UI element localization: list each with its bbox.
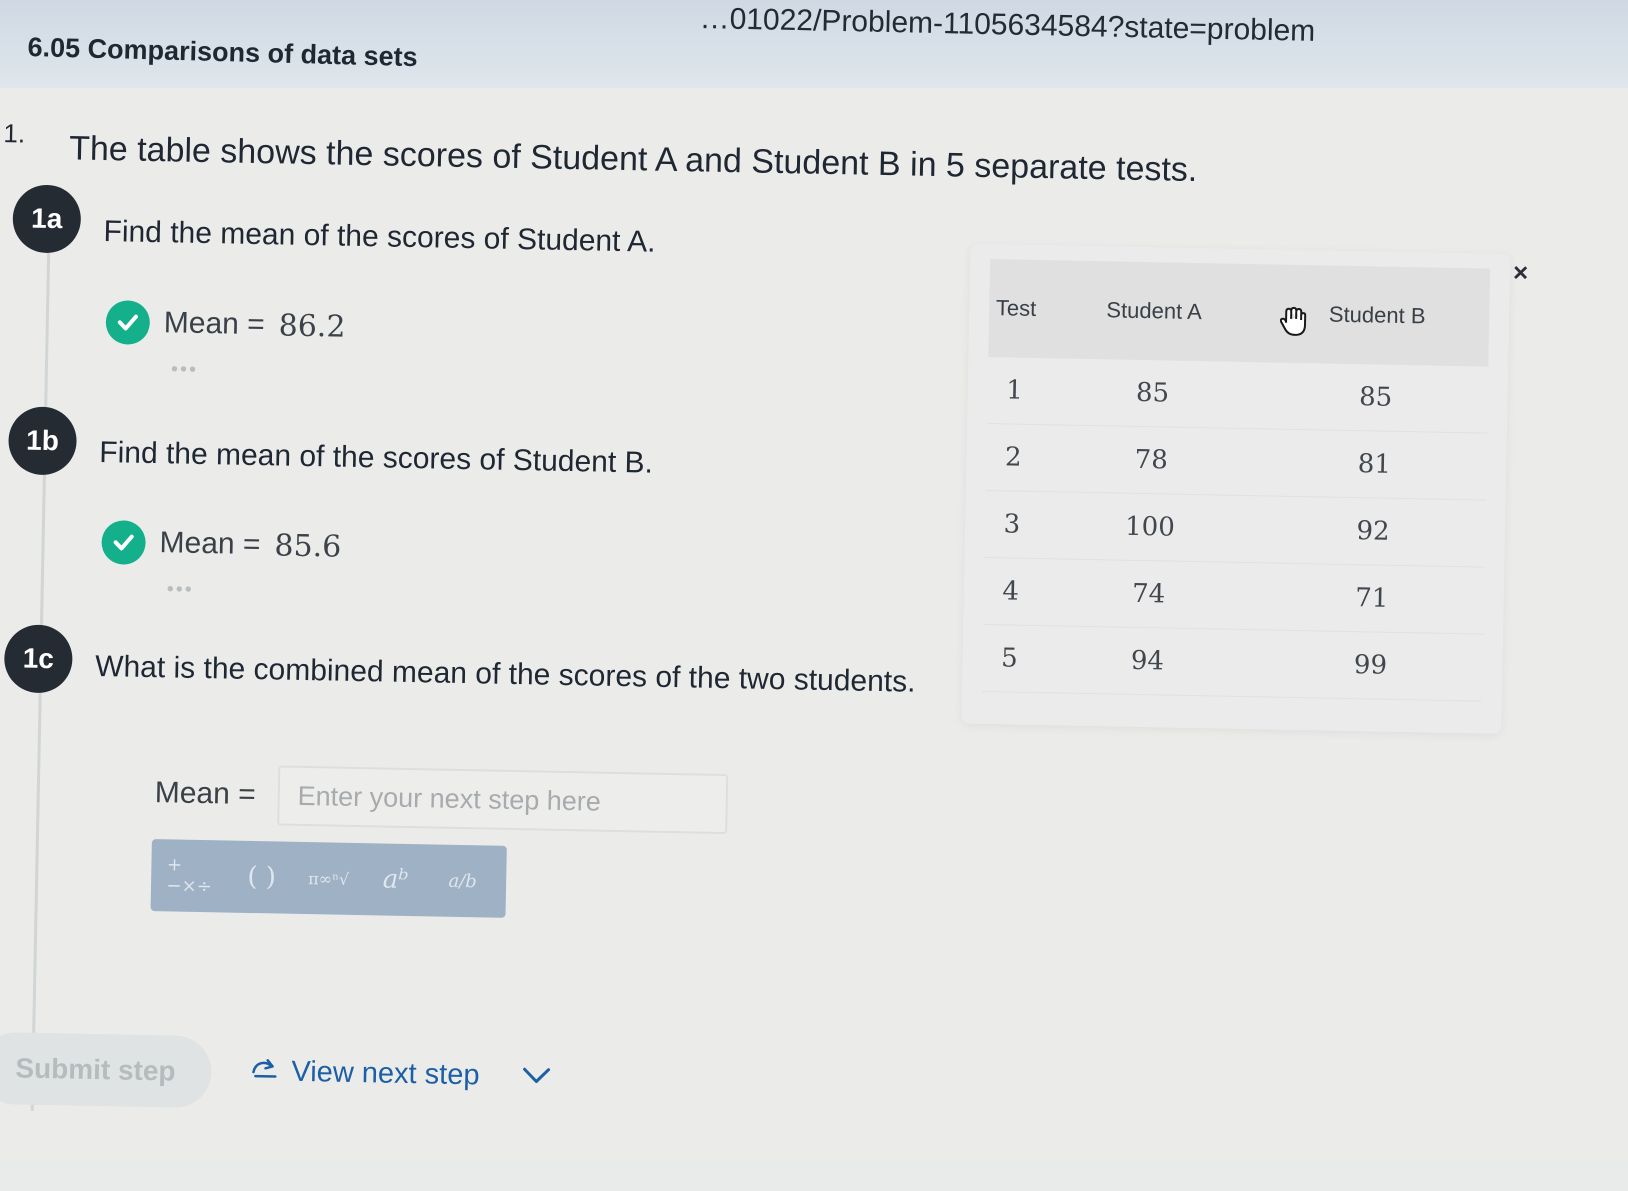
mean-value: 85.6 bbox=[274, 527, 342, 565]
check-icon bbox=[101, 520, 147, 565]
part-1a-text: Find the mean of the scores of Student A… bbox=[103, 215, 656, 259]
submit-step-button[interactable]: Submit step bbox=[0, 1031, 213, 1109]
part-1b-text: Find the mean of the scores of Student B… bbox=[99, 435, 654, 480]
part-1b-answer: Mean = 85.6 bbox=[101, 520, 342, 569]
close-icon[interactable]: × bbox=[1513, 257, 1529, 288]
part-badge-1c: 1c bbox=[3, 624, 74, 694]
table-cell: 4 bbox=[983, 557, 1039, 626]
question-text: The table shows the scores of Student A … bbox=[68, 129, 1198, 190]
problem-area: 1. The table shows the scores of Student… bbox=[0, 0, 1628, 1191]
part-badge-1b: 1b bbox=[7, 406, 78, 476]
exponent-button[interactable]: aᵇ bbox=[367, 851, 424, 908]
parentheses-button[interactable]: ( ) bbox=[233, 849, 290, 906]
part-1c-text: What is the combined mean of the scores … bbox=[94, 649, 916, 699]
symbols-button[interactable]: π∞ⁿ√ bbox=[300, 850, 357, 907]
table-cell: 92 bbox=[1260, 495, 1486, 568]
view-next-step-link[interactable]: View next step bbox=[249, 1055, 552, 1094]
operators-button[interactable]: +−×÷ bbox=[166, 847, 223, 904]
table-cell: 3 bbox=[984, 490, 1040, 559]
table-cell: 99 bbox=[1257, 629, 1484, 702]
more-options-icon[interactable]: ••• bbox=[166, 578, 194, 602]
fraction-button[interactable]: a/b bbox=[434, 853, 491, 910]
table-row: 4 74 71 bbox=[983, 557, 1485, 635]
table-cell: 1 bbox=[987, 357, 1043, 425]
table-cell: 94 bbox=[1035, 625, 1260, 697]
chevron-down-icon[interactable] bbox=[521, 1060, 552, 1094]
hint-icon bbox=[249, 1055, 280, 1089]
table-cell: 81 bbox=[1261, 428, 1487, 501]
table-cell: 2 bbox=[985, 423, 1041, 492]
table-row: 3 100 92 bbox=[984, 490, 1486, 568]
table-row: 5 94 99 bbox=[981, 624, 1484, 702]
table-row: 2 78 81 bbox=[985, 423, 1487, 501]
view-next-step-label: View next step bbox=[291, 1055, 480, 1092]
hand-cursor-icon bbox=[1276, 303, 1313, 348]
table-cell: 85 bbox=[1040, 358, 1265, 429]
table-cell: 71 bbox=[1259, 562, 1485, 635]
part-1a-answer: Mean = 86.2 bbox=[105, 300, 346, 349]
question-number: 1. bbox=[3, 118, 26, 149]
check-icon bbox=[105, 300, 151, 345]
table-cell: 5 bbox=[981, 624, 1037, 693]
score-table: Test Student A Student B 1 85 85 2 78 81… bbox=[981, 259, 1491, 702]
table-row: 1 85 85 bbox=[987, 357, 1489, 434]
part-badge-1a: 1a bbox=[12, 184, 82, 254]
table-cell: 85 bbox=[1263, 362, 1489, 434]
table-cell: 78 bbox=[1039, 424, 1264, 496]
mean-label: Mean = bbox=[159, 526, 261, 562]
mean-value: 86.2 bbox=[278, 307, 346, 345]
more-options-icon[interactable]: ••• bbox=[171, 358, 198, 382]
answer-input[interactable] bbox=[277, 765, 729, 835]
mean-label: Mean = bbox=[163, 306, 266, 342]
math-toolbar: +−×÷ ( ) π∞ⁿ√ aᵇ a/b bbox=[150, 839, 507, 918]
table-header-test: Test bbox=[988, 259, 1044, 359]
table-header-student-a: Student A bbox=[1042, 260, 1267, 363]
table-cell: 100 bbox=[1038, 491, 1262, 563]
mean-label: Mean = bbox=[154, 776, 257, 812]
table-cell: 74 bbox=[1036, 558, 1261, 630]
answer-input-row: Mean = bbox=[154, 763, 729, 835]
